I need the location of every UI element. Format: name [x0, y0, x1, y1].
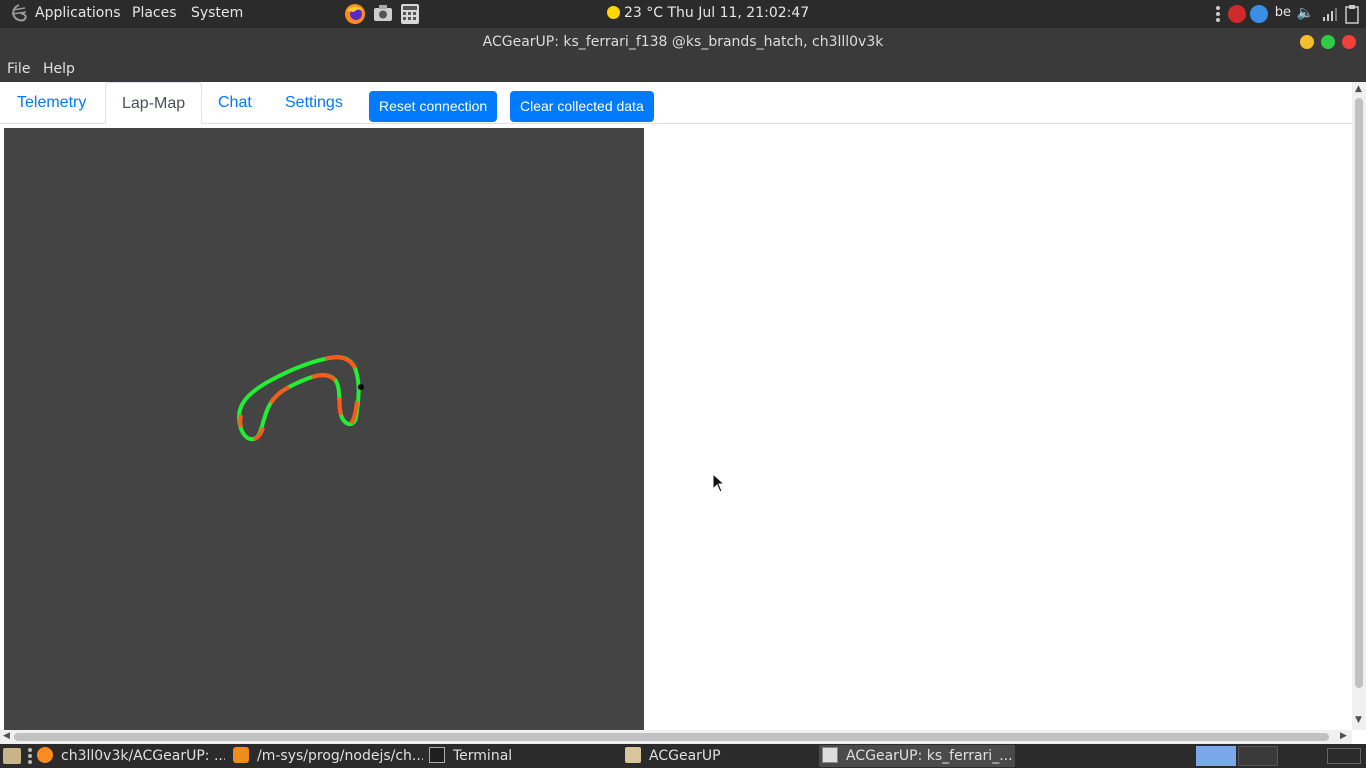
folder-icon	[625, 747, 641, 763]
track-slow-segment	[253, 427, 265, 441]
menu-file[interactable]: File	[7, 61, 30, 77]
weather-sun-icon	[607, 6, 620, 19]
battery-clipboard-icon[interactable]	[1344, 4, 1360, 24]
task-acgearup-window[interactable]: ACGearUP: ks_ferrari_...	[819, 745, 1015, 767]
taskbar-handle-icon[interactable]	[28, 748, 32, 764]
distro-logo-icon[interactable]	[10, 4, 28, 24]
task-sublime-text[interactable]: /m-sys/prog/nodejs/ch...	[233, 745, 423, 767]
horizontal-scroll-thumb[interactable]	[14, 733, 1329, 741]
task-firefox[interactable]: ch3ll0v3k/ACGearUP: ...	[37, 745, 225, 767]
vertical-scrollbar[interactable]: ▲ ▼	[1352, 82, 1366, 730]
task-label: Terminal	[453, 748, 513, 764]
minimize-button[interactable]	[1300, 35, 1314, 49]
window-icon	[822, 747, 838, 763]
vertical-scroll-thumb[interactable]	[1355, 98, 1363, 688]
show-desktop-icon[interactable]	[3, 748, 21, 764]
mouse-cursor-icon	[712, 473, 726, 493]
scroll-left-arrow-icon[interactable]: ◀	[3, 731, 10, 741]
lap-map-canvas[interactable]	[4, 128, 644, 730]
workspace-2[interactable]	[1238, 746, 1278, 766]
terminal-icon	[429, 747, 445, 763]
tab-bar: Telemetry Lap-Map Chat Settings Reset co…	[0, 82, 1352, 124]
task-label: ch3ll0v3k/ACGearUP: ...	[61, 748, 225, 764]
scroll-up-arrow-icon[interactable]: ▲	[1355, 84, 1362, 94]
red-app-tray-icon[interactable]	[1228, 5, 1246, 23]
tab-chat[interactable]: Chat	[202, 82, 268, 124]
track-map	[237, 355, 364, 442]
menu-help[interactable]: Help	[43, 61, 75, 77]
tab-settings[interactable]: Settings	[269, 82, 359, 124]
tab-telemetry[interactable]: Telemetry	[1, 82, 102, 124]
close-button[interactable]	[1342, 35, 1356, 49]
window-titlebar[interactable]: ACGearUP: ks_ferrari_f138 @ks_brands_hat…	[0, 28, 1366, 57]
network-signal-icon[interactable]	[1322, 6, 1338, 22]
places-menu[interactable]: Places	[132, 5, 177, 21]
update-tray-icon[interactable]	[1250, 5, 1268, 23]
scroll-right-arrow-icon[interactable]: ▶	[1340, 731, 1347, 741]
car-position-marker	[358, 384, 364, 390]
menubar: File Help	[0, 57, 1366, 82]
horizontal-scrollbar[interactable]: ◀ ▶	[0, 730, 1352, 744]
tray-handle-icon[interactable]	[1216, 6, 1220, 22]
maximize-button[interactable]	[1321, 35, 1335, 49]
clear-collected-data-button[interactable]: Clear collected data	[510, 91, 654, 122]
scroll-down-arrow-icon[interactable]: ▼	[1355, 715, 1362, 725]
screenshot-icon[interactable]	[372, 3, 394, 25]
applications-menu[interactable]: Applications	[35, 5, 121, 21]
volume-icon[interactable]: 🔈	[1297, 5, 1314, 21]
window-title: ACGearUP: ks_ferrari_f138 @ks_brands_hat…	[482, 34, 884, 50]
task-terminal[interactable]: Terminal	[429, 745, 617, 767]
app-content: Telemetry Lap-Map Chat Settings Reset co…	[0, 82, 1352, 730]
weather-clock[interactable]: 23 °C Thu Jul 11, 21:02:47	[624, 5, 809, 21]
track-slow-segment	[238, 414, 243, 428]
track-slow-segment	[269, 385, 290, 405]
calculator-icon[interactable]	[399, 3, 421, 25]
task-label: ACGearUP: ks_ferrari_...	[846, 748, 1013, 764]
tab-lap-map[interactable]: Lap-Map	[105, 82, 203, 124]
sublime-text-icon	[233, 747, 249, 763]
workspace-1[interactable]	[1196, 746, 1236, 766]
trash-applet[interactable]	[1327, 748, 1361, 764]
firefox-icon[interactable]	[344, 3, 366, 25]
firefox-icon	[37, 747, 53, 763]
taskbar: ch3ll0v3k/ACGearUP: ... /m-sys/prog/node…	[0, 744, 1366, 768]
reset-connection-button[interactable]: Reset connection	[369, 91, 498, 122]
keyboard-layout[interactable]: be	[1275, 5, 1291, 20]
task-label: /m-sys/prog/nodejs/ch...	[257, 748, 423, 764]
task-label: ACGearUP	[649, 748, 721, 764]
task-folder[interactable]: ACGearUP	[625, 745, 813, 767]
track-slow-segment	[337, 397, 343, 416]
system-menu[interactable]: System	[191, 5, 243, 21]
track-slow-segment	[311, 373, 337, 382]
top-panel: Applications Places System 23 °C Thu Jul…	[0, 0, 1366, 28]
